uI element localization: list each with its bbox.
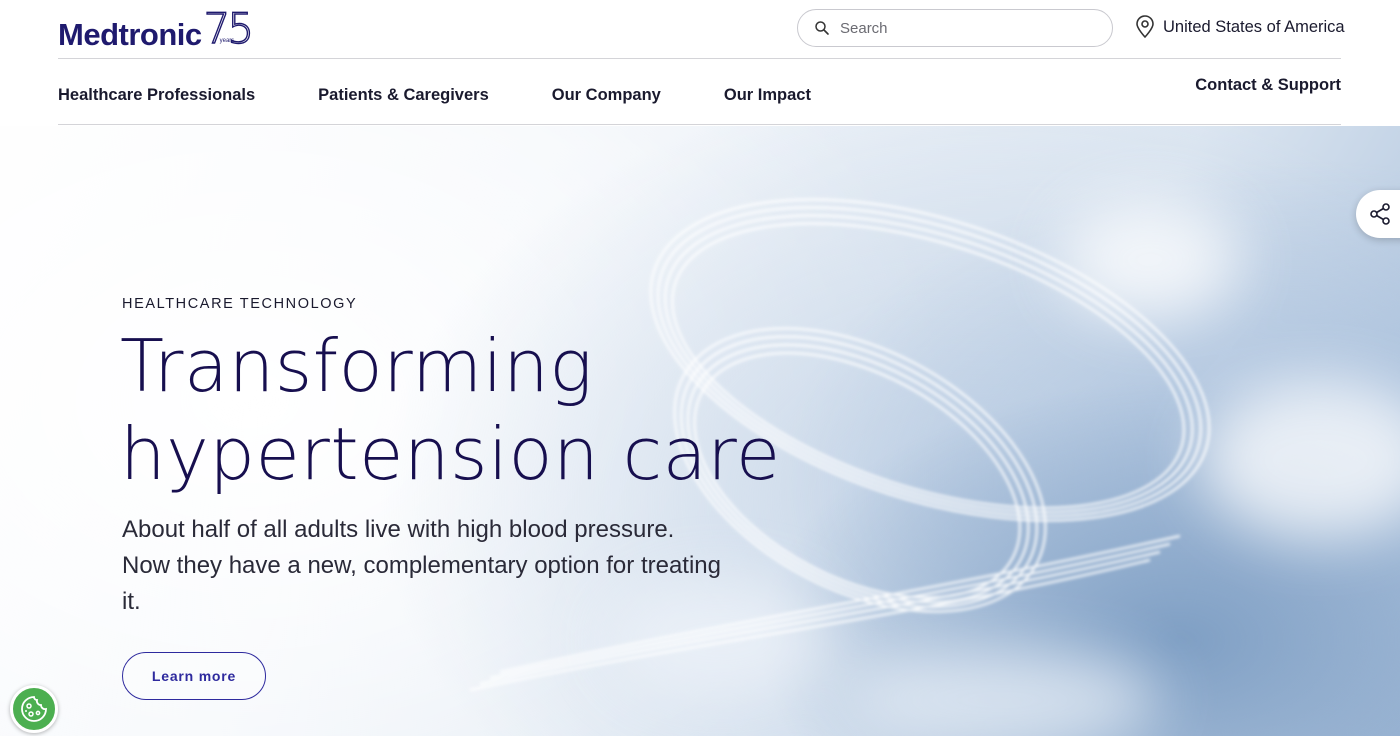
hero-eyebrow: HEALTHCARE TECHNOLOGY	[122, 296, 358, 312]
hero-headline-line-1: Transforming	[120, 324, 593, 408]
medtronic-75-years-logo[interactable]: Medtronic 75 years	[58, 6, 255, 52]
location-pin-icon	[1136, 15, 1154, 39]
logo-anniversary-number: 75	[203, 4, 255, 53]
hero-subtext: About half of all adults live with high …	[122, 516, 721, 615]
nav-healthcare-professionals[interactable]: Healthcare Professionals	[58, 86, 255, 105]
logo-anniversary-mark: 75 years	[203, 7, 255, 50]
main-nav: Healthcare Professionals Patients & Care…	[58, 86, 874, 105]
hero-headline-line-2: hypertension care	[120, 412, 781, 496]
nav-our-impact[interactable]: Our Impact	[724, 86, 811, 105]
share-icon	[1370, 203, 1390, 225]
hero-headline: Transforming hypertension care	[120, 322, 840, 498]
locale-label: United States of America	[1163, 17, 1345, 36]
search-bar[interactable]	[797, 9, 1113, 47]
search-icon	[815, 21, 829, 35]
cookie-icon	[21, 696, 47, 722]
logo-years-label: years	[219, 38, 235, 44]
learn-more-button[interactable]: Learn more	[122, 652, 266, 700]
search-input[interactable]	[840, 19, 1080, 37]
contact-support-link[interactable]: Contact & Support	[1195, 76, 1341, 95]
logo-wordmark: Medtronic	[58, 17, 202, 52]
locale-selector[interactable]: United States of America	[1134, 15, 1345, 39]
share-button[interactable]	[1356, 190, 1400, 238]
cookie-settings-button[interactable]	[10, 685, 58, 733]
nav-our-company[interactable]: Our Company	[552, 86, 661, 105]
nav-divider	[58, 124, 1341, 125]
site-header: Medtronic 75 years United States of Amer…	[0, 0, 1400, 126]
header-divider	[58, 58, 1341, 59]
nav-patients-caregivers[interactable]: Patients & Caregivers	[318, 86, 489, 105]
